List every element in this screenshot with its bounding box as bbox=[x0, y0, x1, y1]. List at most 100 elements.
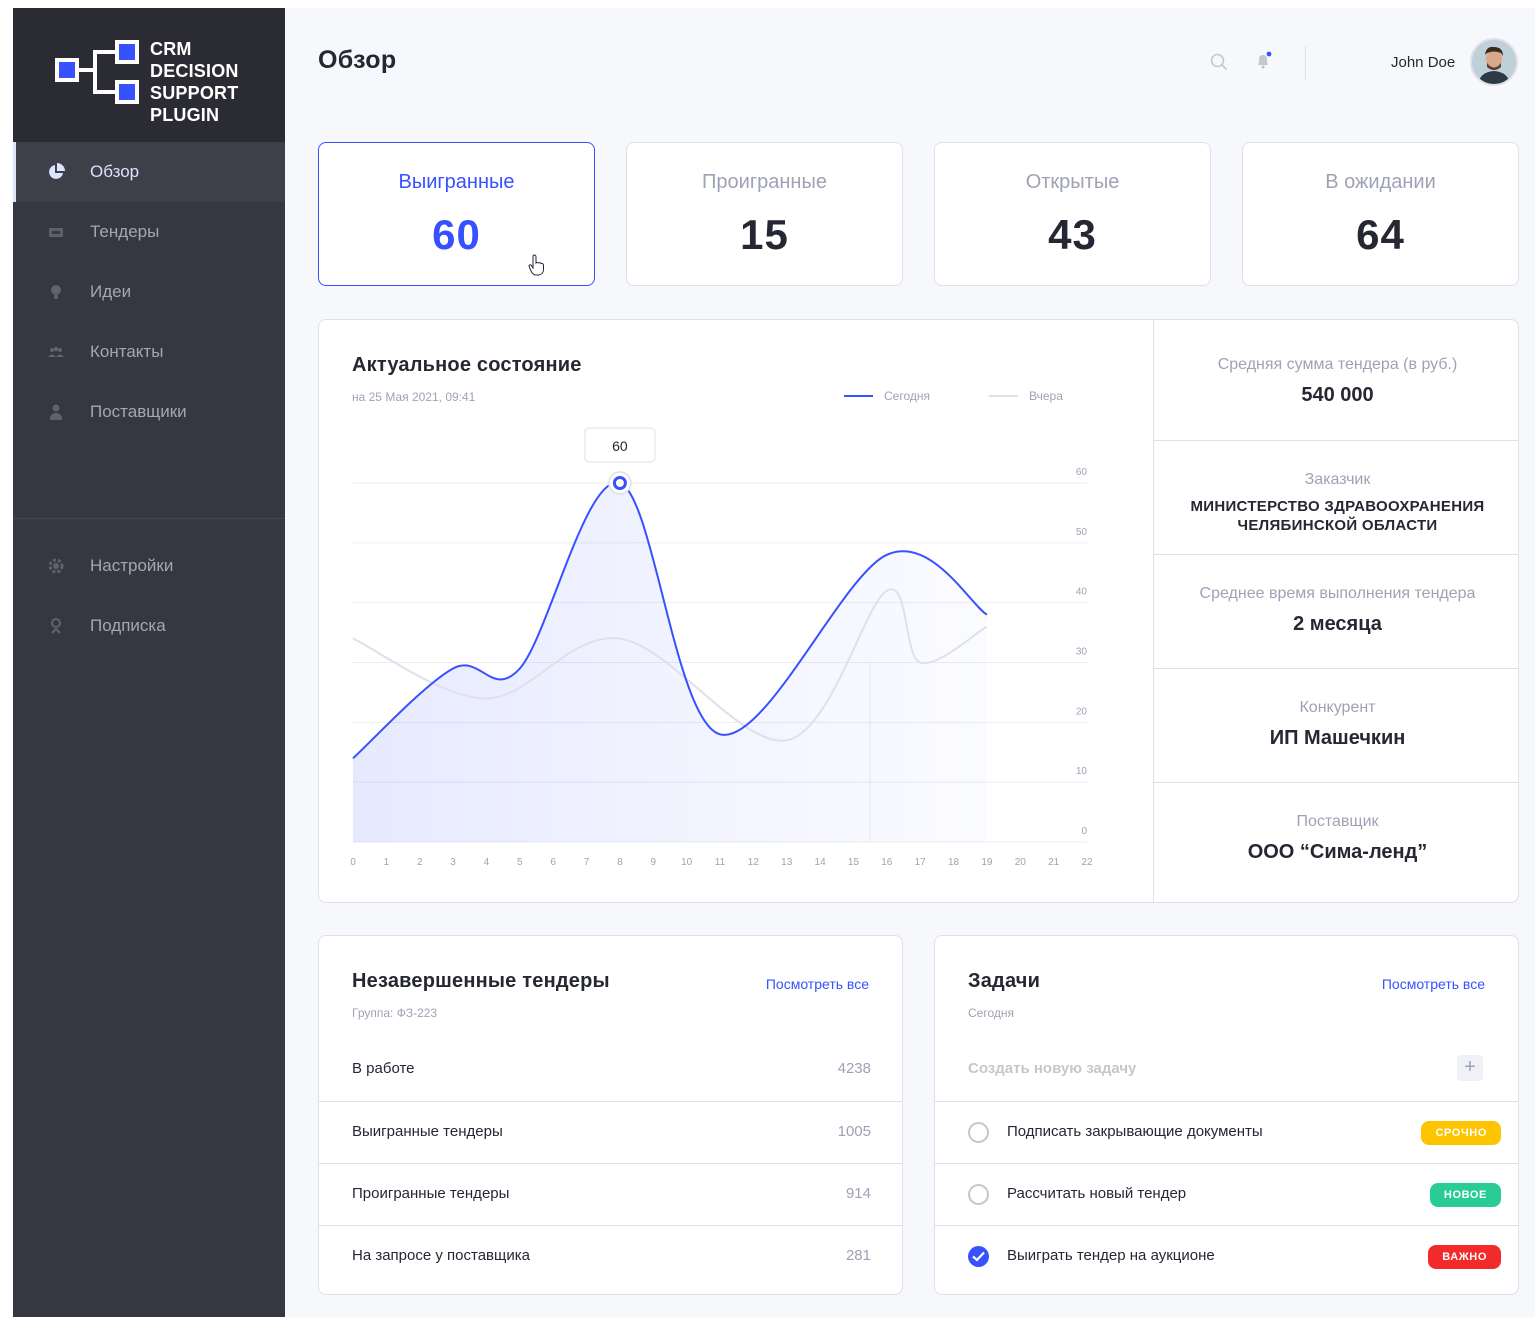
award-icon bbox=[51, 618, 61, 634]
row-value: 281 bbox=[845, 1247, 871, 1264]
sidebar-item-ideas[interactable]: Идеи bbox=[13, 262, 285, 322]
table-row[interactable]: Выигранные тендеры 1005 bbox=[319, 1101, 902, 1163]
person-icon bbox=[50, 404, 62, 420]
sidebar-item-subscription[interactable]: Подписка bbox=[13, 596, 285, 656]
task-label: Выиграть тендер на аукционе bbox=[1007, 1247, 1215, 1264]
y-tick-label: 10 bbox=[1076, 766, 1088, 777]
x-tick-label: 18 bbox=[948, 857, 960, 868]
row-value: 4238 bbox=[837, 1060, 871, 1077]
x-tick-label: 4 bbox=[484, 857, 490, 868]
x-tick-label: 19 bbox=[981, 857, 993, 868]
tasks-subtitle: Сегодня bbox=[968, 1006, 1014, 1020]
stat-supplier-label: Поставщик bbox=[1296, 813, 1379, 830]
x-tick-label: 5 bbox=[517, 857, 523, 868]
avatar[interactable] bbox=[1470, 38, 1518, 86]
stat-value: 60 bbox=[432, 211, 481, 258]
table-row[interactable]: В работе 4238 bbox=[319, 1039, 902, 1101]
row-value: 914 bbox=[845, 1185, 871, 1202]
user-photo-icon bbox=[1472, 40, 1516, 84]
sidebar-item-overview[interactable]: Обзор bbox=[13, 142, 285, 202]
row-label: На запросе у поставщика bbox=[352, 1247, 530, 1264]
tenders-title: Незавершенные тендеры bbox=[352, 970, 610, 992]
stat-value: 43 bbox=[1048, 211, 1097, 258]
tenders-view-all-link[interactable]: Посмотреть все bbox=[766, 976, 869, 992]
x-tick-label: 2 bbox=[417, 857, 423, 868]
task-checkbox-checked[interactable] bbox=[968, 1246, 989, 1267]
pie-chart-icon bbox=[49, 163, 65, 179]
sidebar-item-label: Контакты bbox=[90, 342, 164, 361]
table-row[interactable]: Проигранные тендеры 914 bbox=[319, 1163, 902, 1225]
y-tick-label: 20 bbox=[1076, 706, 1088, 717]
task-checkbox[interactable] bbox=[968, 1184, 989, 1205]
new-task-input[interactable]: Создать новую задачу bbox=[968, 1060, 1136, 1077]
add-task-button[interactable]: + bbox=[1457, 1055, 1483, 1081]
row-label: В работе bbox=[352, 1060, 415, 1077]
app-root: CRM DECISION SUPPORT PLUGIN Обзор Тендер… bbox=[13, 8, 1535, 1317]
user-name[interactable]: John Doe bbox=[1391, 54, 1455, 71]
sidebar-item-suppliers[interactable]: Поставщики bbox=[13, 382, 285, 442]
sidebar-item-contacts[interactable]: Контакты bbox=[13, 322, 285, 382]
task-row[interactable]: Выиграть тендер на аукционе ВАЖНО bbox=[935, 1225, 1518, 1287]
logo-line: PLUGIN bbox=[150, 105, 220, 125]
side-stats: Средняя сумма тендера (в руб.) 540 000 З… bbox=[1153, 320, 1518, 902]
stat-card-won[interactable]: Выигранные 60 bbox=[318, 142, 595, 286]
tooltip-value: 60 bbox=[612, 438, 628, 454]
important-badge: ВАЖНО bbox=[1428, 1245, 1501, 1269]
sidebar-item-label: Идеи bbox=[90, 282, 132, 301]
tasks-title: Задачи bbox=[968, 970, 1041, 992]
x-tick-label: 6 bbox=[550, 857, 556, 868]
stat-avg-sum: Средняя сумма тендера (в руб.) 540 000 bbox=[1154, 320, 1518, 441]
hand-cursor-icon bbox=[528, 254, 544, 276]
task-label: Подписать закрывающие документы bbox=[1007, 1123, 1263, 1140]
stat-customer: Заказчик МИНИСТЕРСТВО ЗДРАВООХРАНЕНИЯ ЧЕ… bbox=[1154, 441, 1518, 555]
stat-customer-label: Заказчик bbox=[1304, 471, 1371, 488]
bell-icon[interactable] bbox=[1254, 51, 1274, 71]
task-checkbox[interactable] bbox=[968, 1122, 989, 1143]
new-badge: НОВОЕ bbox=[1429, 1183, 1501, 1207]
x-tick-label: 8 bbox=[617, 857, 623, 868]
stat-customer-value: МИНИСТЕРСТВО ЗДРАВООХРАНЕНИЯ ЧЕЛЯБИНСКОЙ… bbox=[1190, 498, 1485, 534]
people-icon bbox=[48, 346, 64, 357]
stat-card-lost[interactable]: Проигранные 15 bbox=[626, 142, 903, 286]
logo-line: CRM bbox=[150, 39, 192, 59]
sidebar-item-tenders[interactable]: Тендеры bbox=[13, 202, 285, 262]
x-tick-label: 12 bbox=[748, 857, 760, 868]
x-tick-label: 14 bbox=[815, 857, 827, 868]
stat-card-open[interactable]: Открытые 43 bbox=[934, 142, 1211, 286]
stat-avg-time-label: Среднее время выполнения тендера bbox=[1199, 585, 1476, 602]
logo-icon bbox=[55, 40, 139, 104]
page-title: Обзор bbox=[318, 46, 397, 74]
y-tick-label: 0 bbox=[1081, 826, 1087, 837]
tasks-view-all-link[interactable]: Посмотреть все bbox=[1382, 976, 1485, 992]
task-label: Рассчитать новый тендер bbox=[1007, 1185, 1187, 1202]
search-icon[interactable] bbox=[1210, 53, 1228, 71]
x-tick-label: 10 bbox=[681, 857, 693, 868]
table-row[interactable]: На запросе у поставщика 281 bbox=[319, 1225, 902, 1287]
x-tick-label: 15 bbox=[848, 857, 860, 868]
y-tick-label: 40 bbox=[1076, 587, 1088, 598]
y-tick-label: 30 bbox=[1076, 647, 1088, 658]
stat-label: Открытые bbox=[1025, 171, 1120, 193]
task-row[interactable]: Рассчитать новый тендер НОВОЕ bbox=[935, 1163, 1518, 1225]
stat-value: 15 bbox=[740, 211, 789, 258]
sidebar-item-label: Обзор bbox=[90, 162, 140, 181]
sidebar-item-settings[interactable]: Настройки bbox=[13, 536, 285, 596]
stat-value: 64 bbox=[1356, 211, 1405, 258]
x-tick-label: 7 bbox=[584, 857, 590, 868]
task-row[interactable]: Подписать закрывающие документы СРОЧНО bbox=[935, 1101, 1518, 1163]
x-tick-label: 17 bbox=[915, 857, 927, 868]
stat-supplier-value: ООО “Сима-ленд” bbox=[1247, 841, 1428, 863]
stat-avg-time-value: 2 месяца bbox=[1293, 613, 1382, 635]
line-chart[interactable]: 60504030201000 1 2 3 4 5 6 7 8 9 10 11 12 13 14 15 16 17 1… bbox=[319, 320, 1153, 903]
stat-label: В ожидании bbox=[1325, 171, 1436, 193]
logo[interactable]: CRM DECISION SUPPORT PLUGIN bbox=[13, 8, 285, 142]
sidebar-item-label: Настройки bbox=[90, 556, 174, 575]
x-tick-label: 0 bbox=[350, 857, 356, 868]
logo-line: DECISION bbox=[150, 61, 239, 81]
highlight-point bbox=[612, 476, 627, 490]
stat-competitor-value: ИП Машечкин bbox=[1269, 727, 1406, 749]
row-value: 1005 bbox=[837, 1123, 871, 1140]
x-tick-label: 3 bbox=[450, 857, 456, 868]
logo-line: SUPPORT bbox=[150, 83, 239, 103]
stat-card-pending[interactable]: В ожидании 64 bbox=[1242, 142, 1519, 286]
